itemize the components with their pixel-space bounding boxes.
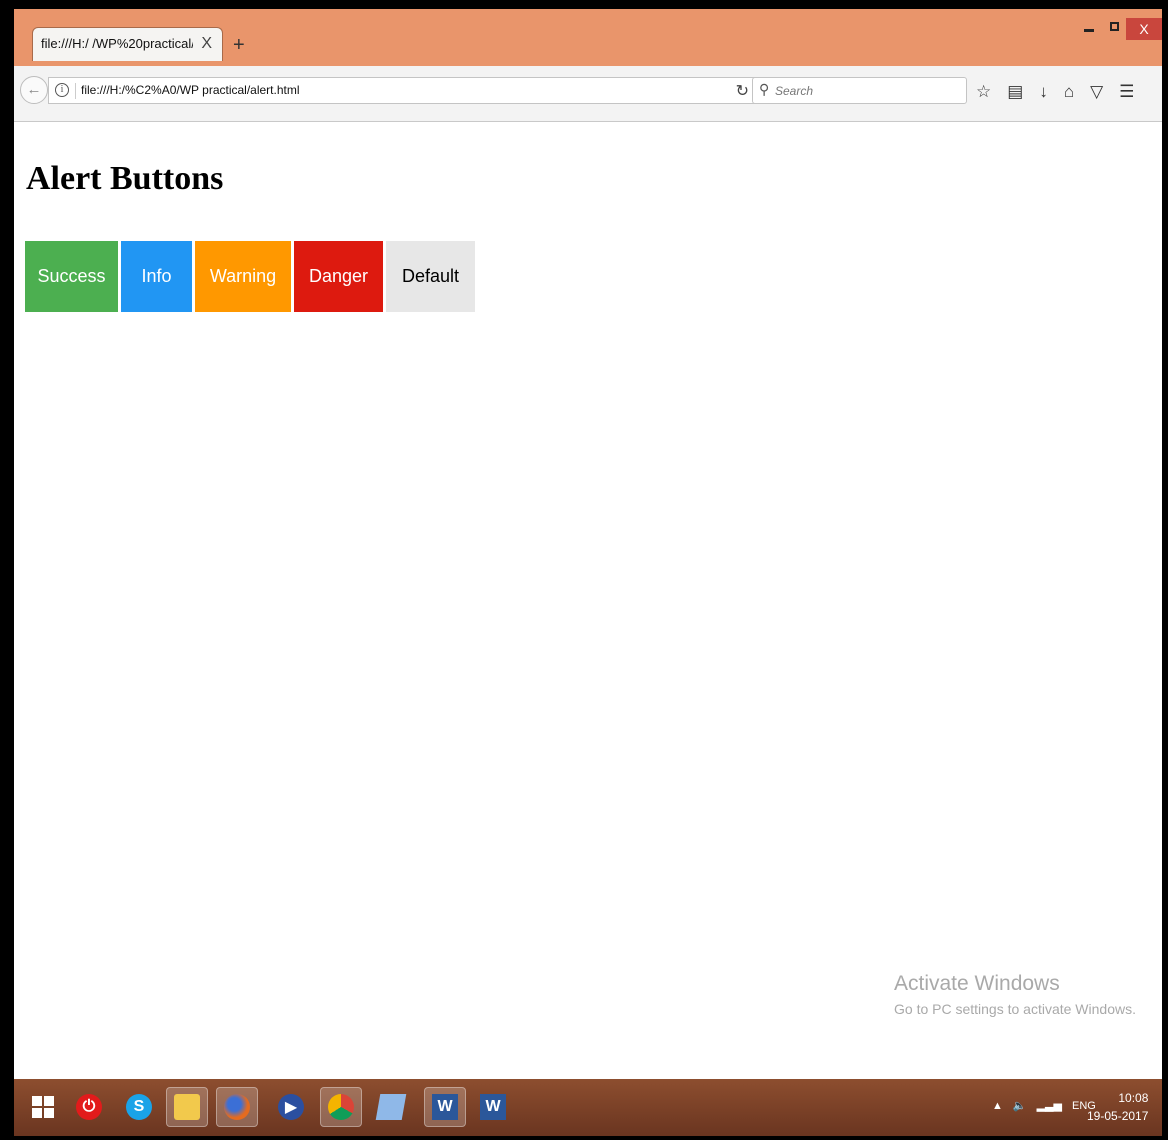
screen-frame-top <box>0 0 1168 9</box>
page-title: Alert Buttons <box>26 160 224 197</box>
browser-titlebar: file:///H:/ /WP%20practical/alert X + X <box>14 9 1162 66</box>
screen-frame-bottom <box>0 1136 1168 1140</box>
alert-button-row: Success Info Warning Danger Default <box>25 241 478 312</box>
taskbar-notepad[interactable] <box>370 1087 412 1127</box>
taskbar-file-explorer[interactable] <box>166 1087 208 1127</box>
skype-icon: S <box>126 1094 152 1120</box>
windows-logo-icon <box>32 1096 54 1118</box>
success-button[interactable]: Success <box>25 241 118 312</box>
default-button[interactable]: Default <box>386 241 475 312</box>
word-icon: W <box>480 1094 506 1120</box>
notepad-icon <box>375 1094 407 1120</box>
media-player-icon: ▶ <box>278 1094 304 1120</box>
firefox-icon <box>224 1094 250 1120</box>
search-input[interactable]: ⚲ Search <box>752 77 967 104</box>
network-signal-icon[interactable]: ▂▃▅ <box>1037 1099 1062 1112</box>
browser-tab[interactable]: file:///H:/ /WP%20practical/alert X <box>32 27 223 61</box>
menu-icon[interactable]: ☰ <box>1119 82 1134 102</box>
reload-icon[interactable]: ↻ <box>736 81 749 101</box>
window-close-button[interactable]: X <box>1126 18 1162 40</box>
taskbar-word-1[interactable]: W <box>424 1087 466 1127</box>
clock-date: 19-05-2017 <box>1087 1109 1149 1123</box>
danger-button[interactable]: Danger <box>294 241 383 312</box>
restore-button[interactable] <box>1110 22 1119 31</box>
folder-icon <box>174 1094 200 1120</box>
back-arrow-icon: ← <box>26 81 42 98</box>
warning-button[interactable]: Warning <box>195 241 291 312</box>
activate-windows-watermark: Activate Windows Go to PC settings to ac… <box>894 970 1136 1020</box>
url-text[interactable]: file:///H:/%C2%A0/WP practical/alert.htm… <box>81 83 300 97</box>
taskbar-skype[interactable]: S <box>118 1087 160 1127</box>
taskbar-clock[interactable]: 10:08 19-05-2017 <box>1087 1089 1148 1125</box>
start-button[interactable] <box>22 1087 64 1127</box>
download-icon[interactable]: ↓ <box>1039 82 1048 102</box>
taskbar-chrome[interactable] <box>320 1087 362 1127</box>
bookmarks-menu-icon[interactable]: ▤ <box>1007 82 1023 102</box>
taskbar: ⏻ S ▶ W W ▲ 🔈 ▂▃▅ ENG 10:08 19-05-2017 <box>14 1079 1162 1136</box>
bookmark-star-icon[interactable]: ☆ <box>976 82 991 102</box>
tab-title: file:///H:/ /WP%20practical/alert <box>41 36 193 51</box>
clock-time: 10:08 <box>1118 1091 1149 1105</box>
url-bar[interactable]: i file:///H:/%C2%A0/WP practical/alert.h… <box>48 77 760 104</box>
word-icon: W <box>432 1094 458 1120</box>
tab-close-icon[interactable]: X <box>201 28 212 60</box>
info-button[interactable]: Info <box>121 241 192 312</box>
search-placeholder: Search <box>775 84 814 98</box>
minimize-button[interactable] <box>1084 29 1094 32</box>
browser-navbar: ← i file:///H:/%C2%A0/WP practical/alert… <box>14 66 1162 122</box>
taskbar-power-app[interactable]: ⏻ <box>68 1087 110 1127</box>
search-icon: ⚲ <box>759 81 770 97</box>
home-icon[interactable]: ⌂ <box>1064 82 1074 102</box>
pocket-icon[interactable]: ▽ <box>1090 82 1103 102</box>
chrome-icon <box>328 1094 354 1120</box>
activate-subtitle: Go to PC settings to activate Windows. <box>894 1001 1136 1017</box>
new-tab-button[interactable]: + <box>233 35 245 55</box>
back-button[interactable]: ← <box>20 76 48 104</box>
show-hidden-icons-icon[interactable]: ▲ <box>992 1100 1003 1112</box>
taskbar-word-2[interactable]: W <box>472 1087 514 1127</box>
toolbar-icons: ☆ ▤ ↓ ⌂ ▽ ☰ <box>976 81 1150 103</box>
activate-title: Activate Windows <box>894 972 1060 995</box>
taskbar-media-player[interactable]: ▶ <box>270 1087 312 1127</box>
power-icon: ⏻ <box>76 1094 102 1120</box>
screen-frame-left <box>0 0 14 1140</box>
screen-frame-right <box>1162 0 1168 1140</box>
volume-icon[interactable]: 🔈 <box>1013 1099 1027 1112</box>
taskbar-firefox[interactable] <box>216 1087 258 1127</box>
info-icon[interactable]: i <box>55 83 69 97</box>
url-separator <box>75 83 76 99</box>
